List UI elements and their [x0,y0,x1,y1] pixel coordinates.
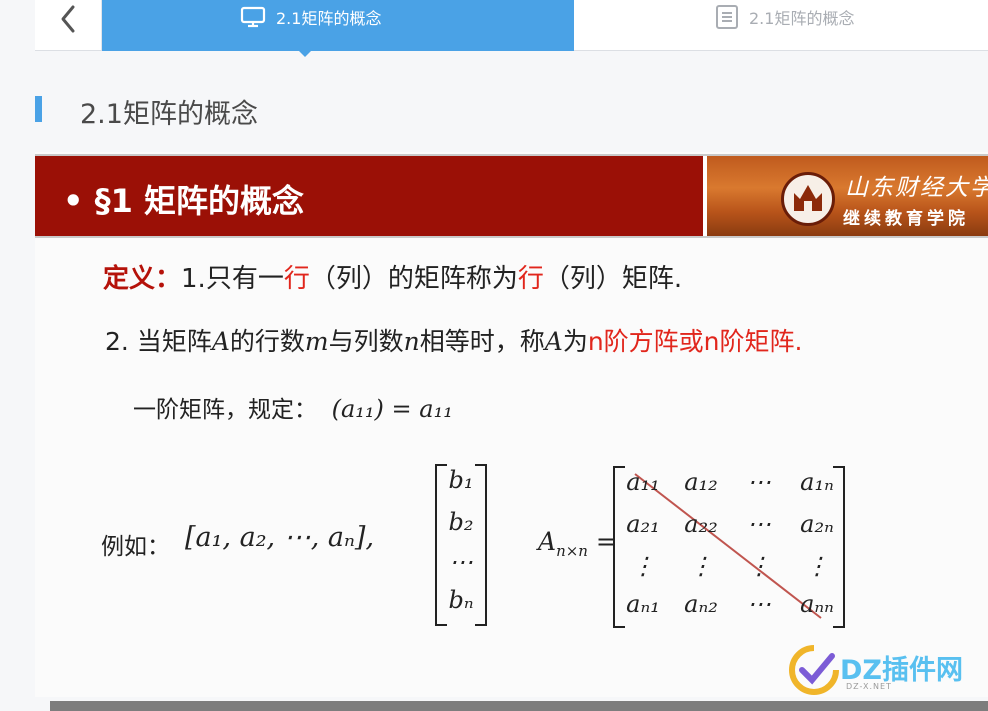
matrix-entry: ⋮ [747,552,771,580]
matrix-entry: a₂ₙ [800,510,834,538]
slide-viewer[interactable]: • §1 矩阵的概念 山东财经大学 继续教育学院 定义：1.只有一行（列）的矩阵… [35,152,988,697]
heading-accent-bar [35,96,42,122]
vector-entry: b₁ [448,466,474,494]
tab-video-label: 2.1矩阵的概念 [276,9,382,28]
vector-entry: b₂ [448,508,474,536]
vector-entry: ⋯ [449,548,473,576]
square-matrix: a₁₁ a₁₂ ⋯ a₁ₙ a₂₁ a₂₂ ⋯ a₂ₙ ⋮ ⋮ ⋮ ⋮ aₙ₁ aₙ₂ ⋯ aₙₙ [613,466,845,628]
matrix-entry: a₂₂ [684,510,718,538]
page-title: 2.1矩阵的概念 [80,99,258,130]
matrix-entry: a₁₁ [626,468,660,496]
tab-bar: 2.1矩阵的概念 2.1矩阵的概念 [35,0,988,51]
example-label: 例如： [101,534,170,560]
matrix-entry: ⋯ [747,510,771,538]
watermark-url: DZ-X.NET [846,682,892,691]
left-bracket [435,464,447,626]
first-order-matrix-rule: 一阶矩阵，规定： (a₁₁) = a₁₁ [133,395,453,423]
chevron-left-icon [61,5,75,33]
watermark-check-icon [789,645,839,695]
matrix-entry: a₁ₙ [800,468,834,496]
matrix-entry: ⋯ [747,468,771,496]
slide-title: • §1 矩阵的概念 [63,182,305,220]
matrix-entry: aₙₙ [800,590,834,618]
definition-line-1: 定义：1.只有一行（列）的矩阵称为行（列）矩阵. [103,264,683,294]
back-button[interactable] [35,0,102,50]
university-name: 山东财经大学 [845,175,988,201]
column-vector: b₁ b₂ ⋯ bₙ [435,464,487,626]
document-icon [716,5,738,29]
matrix-entry: ⋮ [689,552,713,580]
university-logo-panel: 山东财经大学 继续教育学院 [703,156,988,236]
tab-document-label: 2.1矩阵的概念 [749,9,855,28]
tab-video[interactable]: 2.1矩阵的概念 [102,0,574,51]
matrix-name: An×n = [538,527,617,560]
matrix-entry: aₙ₂ [684,590,718,618]
matrix-entry: ⋯ [747,590,771,618]
matrix-entry: a₁₂ [684,468,718,496]
monitor-icon [240,6,266,28]
university-emblem-icon [781,172,835,226]
matrix-entry: ⋮ [631,552,655,580]
tab-document[interactable]: 2.1矩阵的概念 [575,0,988,50]
matrix-entry: a₂₁ [626,510,660,538]
matrix-entry: ⋮ [805,552,829,580]
active-tab-indicator [298,50,312,57]
matrix-entry: aₙ₁ [626,590,660,618]
vector-entry: bₙ [448,586,474,614]
definition-line-2: 2. 当矩阵A的行数m与列数n相等时，称A为n阶方阵或n阶矩阵. [105,327,803,356]
college-name: 继续教育学院 [843,209,969,229]
video-progress-bar[interactable] [50,701,988,711]
row-vector: [a₁, a₂, ⋯, aₙ], [185,522,375,553]
slide-header: • §1 矩阵的概念 山东财经大学 继续教育学院 [35,154,988,238]
right-bracket [475,464,487,626]
